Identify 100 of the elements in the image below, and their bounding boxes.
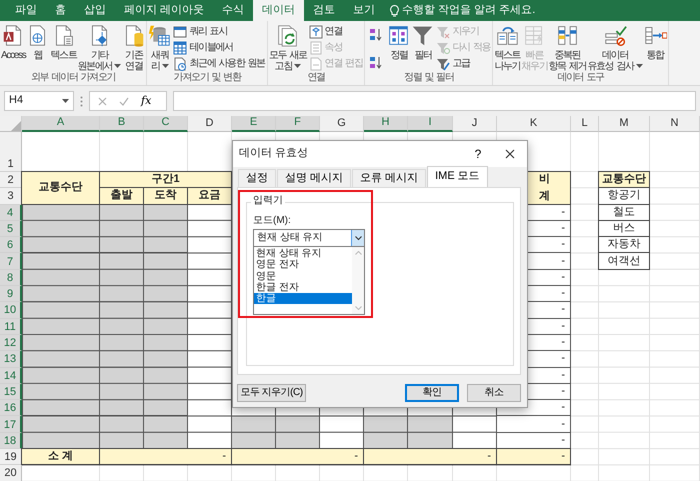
list-icon (308, 41, 323, 55)
ribbon-button[interactable]: 기타 원본에서 (78, 24, 122, 72)
row-header[interactable]: 4 (0, 204, 22, 221)
ribbon-button[interactable]: 연결 (308, 24, 364, 40)
dialog-tab[interactable]: 설명 메시지 (277, 169, 352, 187)
row-header[interactable]: 19 (0, 449, 22, 466)
dialog-tab[interactable]: 설정 (238, 169, 276, 187)
table-icon (173, 41, 188, 55)
group-label: 정렬 및 필터 (403, 72, 455, 85)
ribbon-button[interactable]: 중복된 항목 제거 (548, 24, 586, 72)
column-header[interactable]: L (571, 116, 599, 132)
list-option[interactable]: 영문 전자 (254, 259, 352, 271)
table-cell: 항공기 (598, 187, 650, 205)
column-header[interactable]: N (650, 116, 700, 132)
column-header[interactable]: C (144, 116, 188, 132)
row-header[interactable]: 15 (0, 384, 22, 400)
ribbon-button[interactable]: 텍스트 (50, 24, 77, 61)
column-header[interactable]: G (320, 116, 364, 132)
row-header[interactable]: 13 (0, 351, 22, 368)
reapply-filter-icon (436, 41, 450, 55)
ribbon-button[interactable]: 텍스트 나누기 (494, 24, 520, 72)
row-header[interactable]: 8 (0, 270, 22, 286)
ribbon-tab[interactable]: 수식 (213, 0, 254, 21)
dialog-tab[interactable]: IME 모드 (427, 166, 488, 187)
list-option[interactable]: 한글 전자 (254, 282, 352, 294)
insert-function-button[interactable]: fx (141, 94, 152, 108)
row-header[interactable]: 3 (0, 188, 22, 205)
ribbon-tab[interactable]: 삽입 (75, 0, 115, 21)
field-label: 모드(M): (253, 215, 292, 227)
column-header[interactable]: B (100, 116, 144, 132)
row-header[interactable]: 9 (0, 286, 22, 302)
ribbon-button[interactable]: 모두 새로 고침 (268, 24, 307, 72)
scrollbar[interactable] (352, 247, 364, 314)
row-header[interactable]: 16 (0, 400, 22, 416)
cancel-button[interactable]: 취소 (467, 384, 521, 402)
remove-duplicates-icon (556, 24, 579, 47)
ribbon-button[interactable]: 쿼리 표시 (172, 24, 266, 40)
row-header[interactable]: 14 (0, 368, 22, 384)
scroll-up-icon (354, 251, 362, 255)
column-header[interactable]: M (599, 116, 650, 132)
row-header[interactable]: 12 (0, 334, 22, 352)
row-header[interactable]: 6 (0, 237, 22, 254)
ribbon-button[interactable]: 고급 (435, 56, 492, 72)
ribbon-tab[interactable]: 검토 (304, 0, 344, 21)
group-label: 데이터 도구 (556, 72, 606, 85)
enter-icon (119, 96, 129, 106)
ribbon-tab[interactable]: 페이지 레이아웃 (115, 0, 214, 21)
ok-button[interactable]: 확인 (405, 384, 459, 402)
list-option[interactable]: 영문 (254, 270, 352, 282)
dialog-tab[interactable]: 오류 메시지 (352, 169, 426, 187)
ribbon-button[interactable]: 새쿼 리 (148, 24, 172, 72)
row-header[interactable]: 7 (0, 253, 22, 270)
ribbon-button[interactable]: 웹 (26, 24, 50, 61)
row-header[interactable]: 10 (0, 302, 22, 319)
column-header[interactable]: H (364, 116, 408, 132)
ribbon-tab[interactable]: 데이터 (253, 0, 304, 21)
split-columns-icon (496, 24, 519, 47)
column-header[interactable]: K (497, 116, 571, 132)
ribbon-button[interactable]: 필터 (411, 24, 434, 61)
ribbon-button[interactable]: 데이터 유효성 검사 (587, 24, 643, 72)
row-header[interactable]: 17 (0, 416, 22, 433)
ribbon-tab[interactable]: 보기 (344, 0, 384, 21)
list-option[interactable]: 한글 (254, 293, 352, 304)
ribbon-button[interactable]: 기존 연결 (122, 24, 146, 72)
help-button[interactable]: ? (463, 146, 493, 162)
ribbon-button[interactable]: 정렬 (387, 24, 410, 61)
connections-icon (308, 25, 323, 39)
column-header[interactable]: A (22, 116, 100, 132)
row-header[interactable]: 1 (0, 132, 22, 172)
dropdown-arrow-button[interactable] (351, 230, 364, 246)
ribbon-tab[interactable]: 홈 (46, 0, 75, 21)
table-cell: - (496, 448, 571, 466)
column-header[interactable]: D (188, 116, 232, 132)
table-cell: - (99, 448, 232, 466)
ribbon-button[interactable]: 통합 (644, 24, 667, 61)
ribbon-button[interactable]: Access (1, 24, 26, 61)
formula-input[interactable] (173, 91, 696, 111)
column-header[interactable]: I (408, 116, 453, 132)
ribbon-button[interactable]: 최근에 사용한 원본 (172, 56, 266, 72)
row-header[interactable]: 11 (0, 318, 22, 335)
ribbon-tab[interactable]: 파일 (6, 0, 46, 21)
clear-all-button[interactable]: 모두 지우기(C) (237, 384, 306, 402)
ribbon-button[interactable]: 테이블에서 (172, 40, 266, 56)
tell-me-box[interactable]: 수행할 작업을 알려 주세요. (390, 0, 536, 21)
row-header[interactable]: 18 (0, 432, 22, 450)
list-option[interactable]: 현재 상태 유지 (254, 248, 352, 260)
caret-icon (62, 98, 69, 104)
column-header[interactable]: E (232, 116, 276, 132)
column-header[interactable]: F (276, 116, 320, 132)
row-header[interactable]: 20 (0, 465, 22, 481)
mode-dropdown[interactable]: 현재 상태 유지 (253, 229, 365, 247)
filter-icon (411, 24, 434, 47)
row-header[interactable]: 5 (0, 220, 22, 238)
row-header[interactable]: 2 (0, 172, 22, 188)
name-box[interactable]: H4 (4, 91, 74, 111)
cancel-icon (98, 96, 107, 106)
lightbulb-icon (390, 4, 400, 16)
column-header[interactable]: J (453, 116, 497, 132)
caret-icon (636, 64, 643, 69)
advanced-filter-icon (436, 57, 450, 71)
